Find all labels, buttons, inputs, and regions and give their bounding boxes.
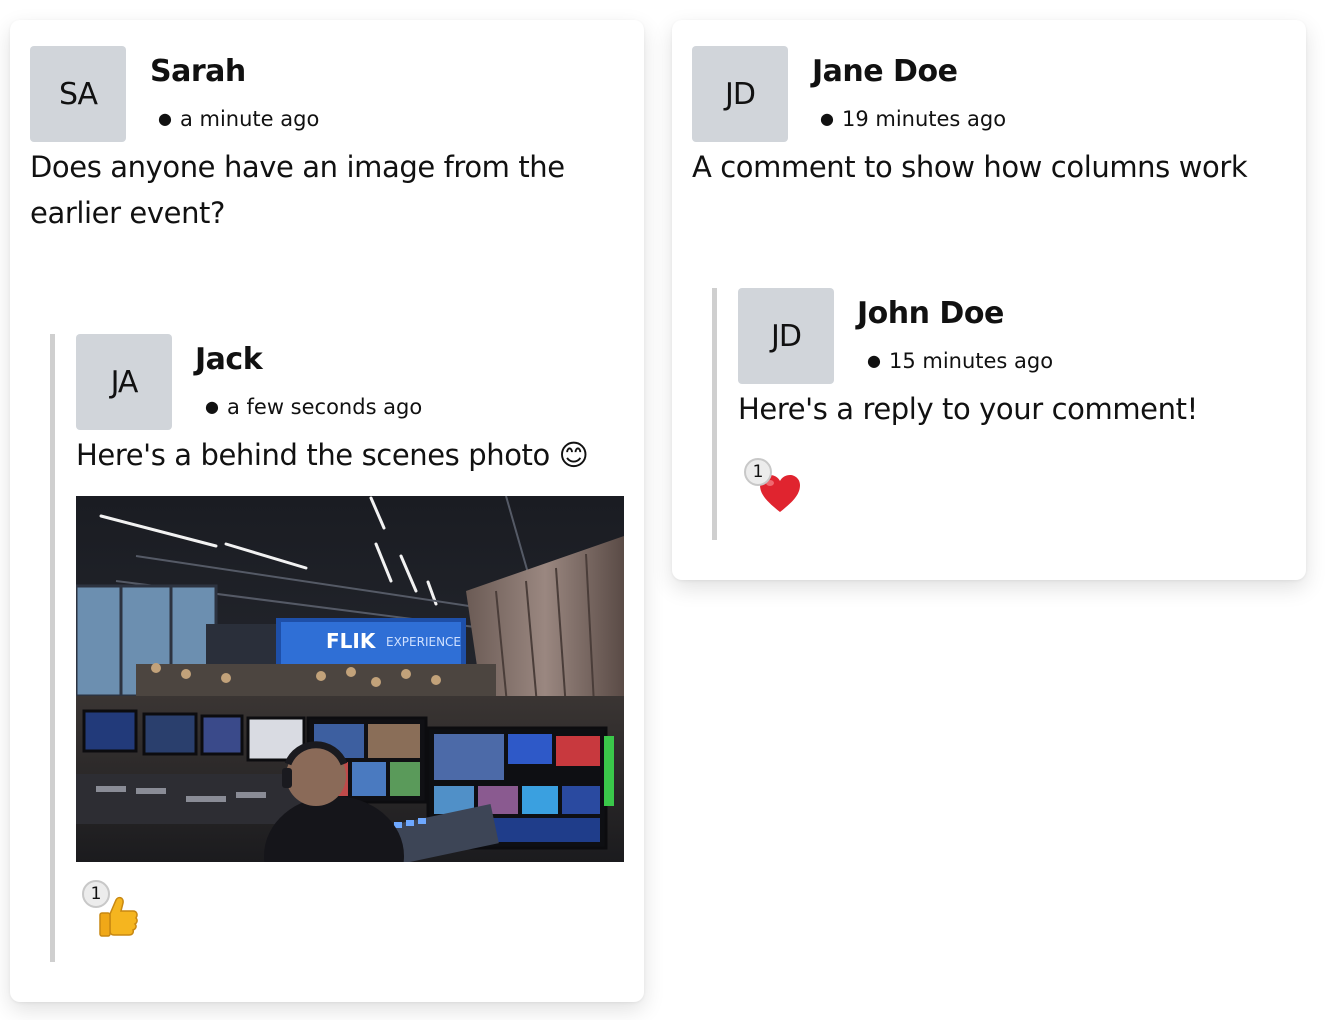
flik-sign: FLIK	[326, 629, 377, 653]
reaction-count: 1	[744, 458, 772, 486]
comment-timestamp: ● a minute ago	[158, 107, 319, 131]
avatar-initials: JD	[771, 318, 802, 354]
timestamp-text: a minute ago	[179, 107, 320, 131]
avatar[interactable]: JA	[76, 334, 172, 430]
reply-timestamp: ● a few seconds ago	[205, 395, 422, 419]
avatar[interactable]: JD	[692, 46, 788, 142]
timestamp-text: 19 minutes ago	[841, 107, 1007, 131]
comment-author[interactable]: Jane Doe	[812, 54, 958, 89]
reply-author[interactable]: Jack	[195, 342, 263, 377]
comment-timestamp: ● 19 minutes ago	[820, 107, 1006, 131]
reply-timestamp: ● 15 minutes ago	[867, 349, 1053, 373]
avatar[interactable]: SA	[30, 46, 126, 142]
comment-body: Does anyone have an image from the earli…	[30, 150, 565, 230]
reaction-count: 1	[82, 880, 110, 908]
avatar-initials: JA	[110, 364, 139, 400]
bullet-dot: ●	[820, 109, 834, 128]
timestamp-text: 15 minutes ago	[888, 349, 1054, 373]
bullet-dot: ●	[867, 351, 881, 370]
svg-text:EXPERIENCE: EXPERIENCE	[386, 635, 461, 649]
control-room-photo: FLIK EXPERIENCE	[76, 496, 624, 862]
reaction-heart[interactable]: 1	[744, 458, 808, 522]
avatar-initials: SA	[58, 76, 98, 112]
reply-thread-line	[50, 334, 55, 962]
reply-body: Here's a reply to your comment!	[738, 392, 1198, 426]
reply-image[interactable]: FLIK EXPERIENCE	[76, 496, 624, 862]
timestamp-text: a few seconds ago	[226, 395, 423, 419]
bullet-dot: ●	[205, 397, 219, 416]
comment-board: SA Sarah ● a minute ago Does anyone have …	[0, 0, 1330, 1020]
bullet-dot: ●	[158, 109, 172, 128]
reply-thread-line	[712, 288, 717, 540]
avatar-initials: JD	[725, 76, 756, 112]
reaction-thumbs-up[interactable]: 1	[82, 880, 146, 944]
reply-author[interactable]: John Doe	[857, 296, 1004, 331]
comment-author[interactable]: Sarah	[150, 54, 246, 89]
avatar[interactable]: JD	[738, 288, 834, 384]
comment-body: A comment to show how columns work	[692, 150, 1248, 184]
reply-body: Here's a behind the scenes photo 😊	[76, 438, 589, 472]
